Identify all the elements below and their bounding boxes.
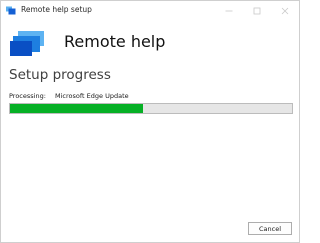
title-bar[interactable]: Remote help setup (1, 1, 299, 21)
app-icon (6, 6, 16, 15)
cancel-button[interactable]: Cancel (248, 222, 292, 235)
progress-bar (9, 103, 293, 114)
status-value: Microsoft Edge Update (55, 92, 129, 100)
app-name: Remote help (64, 32, 166, 51)
page-title: Setup progress (9, 67, 111, 83)
minimize-icon (225, 10, 233, 12)
close-button[interactable] (271, 1, 299, 21)
close-icon (281, 7, 289, 15)
minimize-button[interactable] (215, 1, 243, 21)
maximize-icon (253, 7, 261, 15)
setup-window: Remote help setup Remote help Setup prog… (0, 0, 300, 243)
status-label: Processing: (9, 92, 46, 100)
remote-help-logo-icon (10, 31, 44, 56)
window-controls (215, 1, 299, 21)
progress-bar-fill (10, 104, 143, 113)
window-title: Remote help setup (21, 5, 92, 14)
maximize-button[interactable] (243, 1, 271, 21)
